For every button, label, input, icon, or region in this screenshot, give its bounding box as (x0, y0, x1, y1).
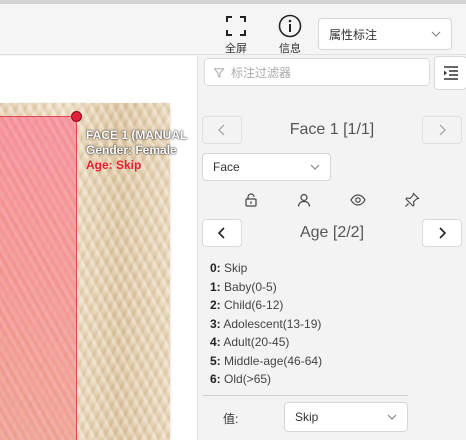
annotation-filter-input[interactable]: 标注过滤器 (204, 58, 430, 86)
option-key: 4: (210, 335, 221, 349)
option-item[interactable]: 4: Adult(20-45) (210, 333, 322, 352)
chevron-down-icon (431, 31, 441, 37)
next-face-button[interactable] (422, 116, 462, 144)
face-label-gender: Gender: Female (86, 143, 177, 157)
chevron-right-icon (439, 124, 446, 136)
attribute-select-value: 属性标注 (329, 27, 378, 42)
face-label-age: Age: Skip (86, 158, 142, 172)
value-label: 值: (223, 412, 239, 426)
list-indent-icon (443, 66, 458, 80)
option-label: Adolescent(13-19) (223, 316, 322, 331)
divider (202, 395, 408, 396)
resize-handle[interactable] (71, 111, 82, 122)
option-label: Child(6-12) (224, 298, 284, 312)
option-item[interactable]: 5: Middle-age(46-64) (210, 352, 322, 371)
option-key: 3: (210, 316, 221, 331)
value-select-value: Skip (295, 410, 319, 424)
annotation-type-value: Face (213, 160, 240, 174)
option-label: Middle-age(46-64) (224, 353, 323, 368)
fullscreen-label: 全屏 (225, 43, 247, 55)
prev-face-button[interactable] (202, 116, 242, 144)
face-label-title: FACE 1 (MANUAL (86, 128, 188, 142)
toggle-list-button[interactable] (434, 56, 466, 90)
prev-attribute-button[interactable] (202, 219, 242, 247)
option-key: 2: (210, 298, 221, 312)
info-button[interactable]: 信息 (270, 14, 310, 56)
option-label: Skip (224, 261, 248, 275)
person-icon[interactable] (296, 192, 312, 208)
image-canvas[interactable]: FACE 1 (MANUAL Gender: Female Age: Skip (0, 56, 197, 440)
face-nav-title: Face 1 [1/1] (289, 121, 375, 138)
filter-icon (214, 68, 224, 78)
eye-icon[interactable] (350, 192, 366, 208)
annotation-type-select[interactable]: Face (202, 153, 331, 181)
option-label: Baby(0-5) (224, 279, 277, 294)
option-item[interactable]: 0: Skip (210, 259, 322, 278)
fullscreen-icon (226, 16, 246, 36)
option-key: 1: (210, 279, 221, 294)
option-label: Old(>65) (224, 372, 272, 386)
info-icon (278, 14, 302, 38)
annotation-panel: 标注过滤器 Face 1 [1/1] Face Age [2/2] 0: Ski… (197, 56, 466, 440)
option-item[interactable]: 3: Adolescent(13-19) (210, 315, 322, 334)
option-item[interactable]: 2: Child(6-12) (210, 296, 322, 315)
option-item[interactable]: 1: Baby(0-5) (210, 278, 322, 297)
attribute-option-list: 0: Skip 1: Baby(0-5) 2: Child(6-12) 3: A… (210, 259, 322, 389)
option-key: 6: (210, 372, 221, 386)
attribute-select[interactable]: 属性标注 (318, 18, 452, 50)
option-key: 0: (210, 261, 221, 275)
option-label: Adult(20-45) (223, 335, 290, 349)
value-select[interactable]: Skip (284, 402, 408, 432)
option-key: 5: (210, 353, 221, 368)
face-annotation-label: FACE 1 (MANUAL Gender: Female Age: Skip (86, 128, 187, 173)
face-bounding-box[interactable] (0, 116, 77, 440)
toolbar: 全屏 信息 属性标注 (0, 4, 466, 55)
chevron-left-icon (217, 227, 225, 239)
pin-icon[interactable] (404, 192, 420, 208)
chevron-left-icon (218, 124, 225, 136)
next-attribute-button[interactable] (422, 219, 462, 247)
chevron-down-icon (310, 164, 320, 170)
chevron-right-icon (439, 227, 447, 239)
chevron-down-icon (387, 414, 397, 420)
fullscreen-button[interactable]: 全屏 (216, 14, 256, 56)
info-label: 信息 (279, 43, 301, 55)
option-item[interactable]: 6: Old(>65) (210, 370, 322, 389)
filter-placeholder: 标注过滤器 (231, 65, 292, 80)
attribute-nav-title: Age [2/2] (299, 224, 365, 241)
lock-icon[interactable] (243, 192, 259, 208)
